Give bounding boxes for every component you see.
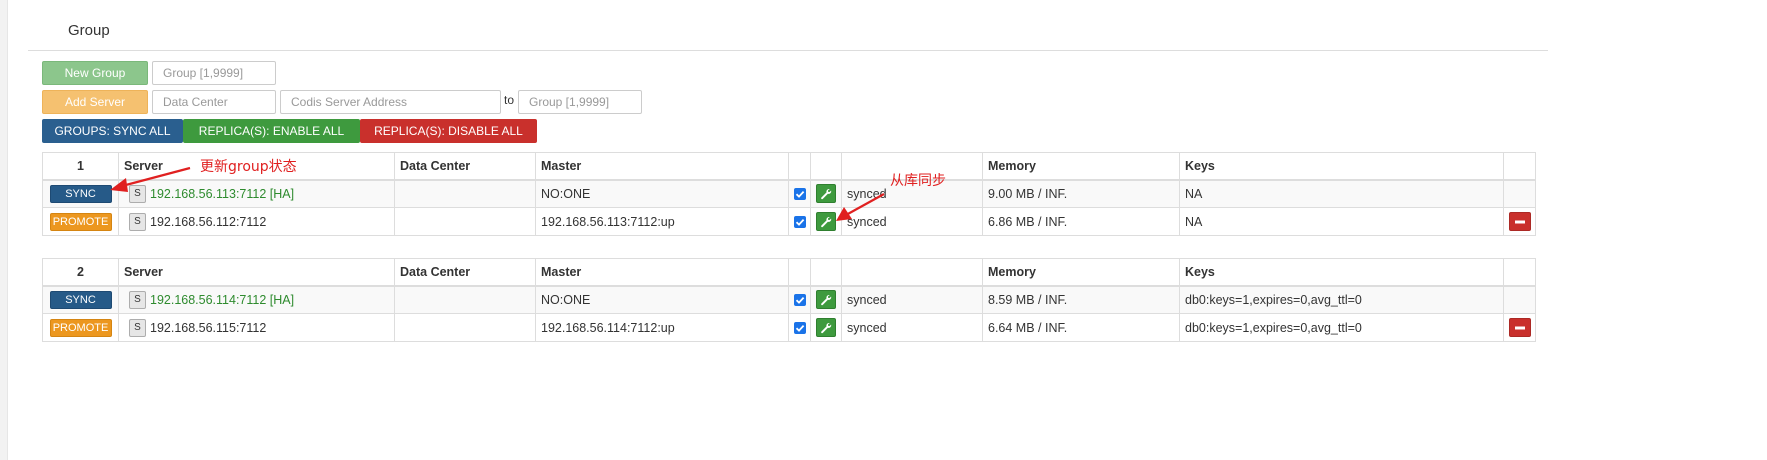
remove-server-button[interactable] bbox=[1508, 212, 1531, 231]
master-cell: 192.168.56.114:7112:up bbox=[535, 313, 789, 342]
master-cell: NO:ONE bbox=[535, 179, 789, 208]
title-divider bbox=[28, 50, 1548, 51]
col-data-center: Data Center bbox=[394, 258, 536, 287]
replica-checkbox[interactable] bbox=[793, 322, 806, 335]
remove-cell bbox=[1503, 285, 1536, 314]
promote-button[interactable]: PROMOTE bbox=[49, 318, 112, 337]
server-address[interactable]: 192.168.56.115:7112 bbox=[150, 321, 266, 335]
replica-enable-all-button[interactable]: REPLICA(S): ENABLE ALL bbox=[183, 119, 360, 143]
replica-disable-all-button[interactable]: REPLICA(S): DISABLE ALL bbox=[360, 119, 537, 143]
replica-checkbox[interactable] bbox=[793, 188, 806, 201]
server-address[interactable]: 192.168.56.113:7112 [HA] bbox=[150, 187, 294, 201]
col-replica bbox=[788, 152, 811, 181]
col-remove bbox=[1503, 152, 1536, 181]
keys-cell: NA bbox=[1179, 179, 1504, 208]
keys-cell: db0:keys=1,expires=0,avg_ttl=0 bbox=[1179, 313, 1504, 342]
server-address[interactable]: 192.168.56.114:7112 [HA] bbox=[150, 293, 294, 307]
remove-cell bbox=[1503, 179, 1536, 208]
left-rail bbox=[0, 0, 8, 460]
memory-cell: 6.86 MB / INF. bbox=[982, 207, 1180, 236]
replica-checkbox[interactable] bbox=[793, 216, 806, 229]
col-sync-action bbox=[810, 258, 842, 287]
data-center-cell bbox=[394, 285, 536, 314]
memory-cell: 9.00 MB / INF. bbox=[982, 179, 1180, 208]
col-status bbox=[841, 258, 983, 287]
server-s-button[interactable]: S bbox=[129, 318, 146, 337]
col-replica bbox=[788, 258, 811, 287]
table-row: SYNC S 192.168.56.114:7112 [HA] NO:ONE sy… bbox=[42, 285, 1536, 314]
memory-cell: 8.59 MB / INF. bbox=[982, 285, 1180, 314]
table-header: 2 Server Data Center Master Memory Keys bbox=[42, 258, 1536, 287]
add-server-button[interactable]: Add Server bbox=[42, 90, 148, 114]
panel-title: Group bbox=[68, 22, 110, 39]
col-remove bbox=[1503, 258, 1536, 287]
remove-server-button[interactable] bbox=[1508, 318, 1531, 337]
promote-button[interactable]: PROMOTE bbox=[49, 212, 112, 231]
replica-annotation: 从库同步 bbox=[890, 173, 946, 189]
groups-sync-all-button[interactable]: GROUPS: SYNC ALL bbox=[42, 119, 183, 143]
server-address-input[interactable] bbox=[280, 90, 501, 114]
group-table-2: 2 Server Data Center Master Memory Keys … bbox=[42, 258, 1536, 342]
col-master: Master bbox=[535, 152, 789, 181]
master-cell: 192.168.56.113:7112:up bbox=[535, 207, 789, 236]
to-label: to bbox=[504, 93, 515, 107]
server-address[interactable]: 192.168.56.112:7112 bbox=[150, 215, 266, 229]
replica-checkbox[interactable] bbox=[793, 294, 806, 307]
sync-status: synced bbox=[841, 313, 983, 342]
col-keys: Keys bbox=[1179, 152, 1504, 181]
group-id-input[interactable] bbox=[152, 61, 276, 85]
wrench-icon[interactable] bbox=[816, 318, 836, 337]
group-id: 2 bbox=[42, 258, 119, 287]
server-s-button[interactable]: S bbox=[129, 184, 146, 203]
col-sync-action bbox=[810, 152, 842, 181]
sync-annotation: 更新group状态 bbox=[200, 159, 297, 175]
table-row: PROMOTE S 192.168.56.112:7112 192.168.56.… bbox=[42, 207, 1536, 236]
wrench-icon[interactable] bbox=[816, 290, 836, 310]
server-s-button[interactable]: S bbox=[129, 212, 146, 231]
col-keys: Keys bbox=[1179, 258, 1504, 287]
col-master: Master bbox=[535, 258, 789, 287]
sync-status: synced bbox=[841, 285, 983, 314]
keys-cell: NA bbox=[1179, 207, 1504, 236]
table-row: PROMOTE S 192.168.56.115:7112 192.168.56.… bbox=[42, 313, 1536, 342]
data-center-input[interactable] bbox=[152, 90, 276, 114]
col-memory: Memory bbox=[982, 152, 1180, 181]
master-cell: NO:ONE bbox=[535, 285, 789, 314]
data-center-cell bbox=[394, 313, 536, 342]
wrench-icon[interactable] bbox=[816, 212, 836, 231]
sync-button[interactable]: SYNC bbox=[49, 290, 112, 309]
wrench-icon[interactable] bbox=[816, 184, 836, 204]
target-group-input[interactable] bbox=[518, 90, 642, 114]
new-group-button[interactable]: New Group bbox=[42, 61, 148, 85]
data-center-cell bbox=[394, 179, 536, 208]
server-s-button[interactable]: S bbox=[129, 290, 146, 309]
data-center-cell bbox=[394, 207, 536, 236]
group-id: 1 bbox=[42, 152, 119, 181]
sync-button[interactable]: SYNC bbox=[49, 184, 112, 203]
col-memory: Memory bbox=[982, 258, 1180, 287]
table-row: SYNC S 192.168.56.113:7112 [HA] NO:ONE sy… bbox=[42, 179, 1536, 208]
memory-cell: 6.64 MB / INF. bbox=[982, 313, 1180, 342]
col-data-center: Data Center bbox=[394, 152, 536, 181]
col-server: Server bbox=[118, 258, 395, 287]
keys-cell: db0:keys=1,expires=0,avg_ttl=0 bbox=[1179, 285, 1504, 314]
sync-status: synced bbox=[841, 207, 983, 236]
